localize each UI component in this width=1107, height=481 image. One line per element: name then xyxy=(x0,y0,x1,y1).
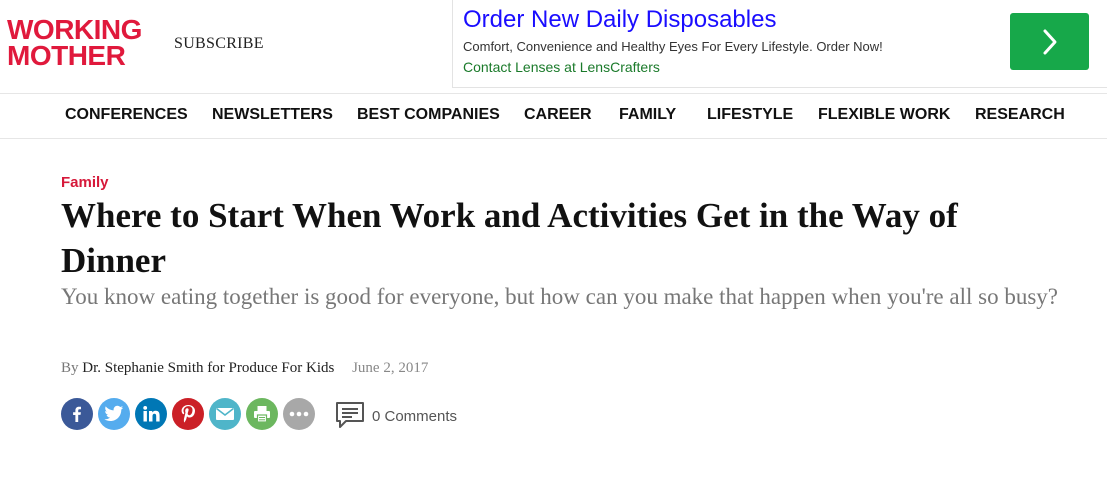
ad-title[interactable]: Order New Daily Disposables xyxy=(463,6,776,34)
comment-icon xyxy=(336,402,364,428)
nav-item-career[interactable]: CAREER xyxy=(524,106,592,124)
site-header: WORKING MOTHER SUBSCRIBE Order New Daily… xyxy=(0,0,1107,93)
more-share-button[interactable] xyxy=(283,398,315,430)
byline-prefix: By xyxy=(61,360,79,376)
main-nav: CONFERENCES NEWSLETTERS BEST COMPANIES C… xyxy=(0,93,1107,139)
linkedin-share-button[interactable] xyxy=(135,398,167,430)
publish-date: June 2, 2017 xyxy=(352,360,429,376)
site-logo[interactable]: WORKING MOTHER xyxy=(7,16,142,71)
more-icon xyxy=(289,411,309,417)
print-icon xyxy=(254,406,270,423)
nav-item-flexible-work[interactable]: FLEXIBLE WORK xyxy=(818,106,950,124)
ad-display-url[interactable]: Contact Lenses at LensCrafters xyxy=(463,59,660,75)
nav-item-best-companies[interactable]: BEST COMPANIES xyxy=(357,106,500,124)
chevron-right-icon xyxy=(1043,29,1056,54)
email-share-button[interactable] xyxy=(209,398,241,430)
nav-item-conferences[interactable]: CONFERENCES xyxy=(65,106,188,124)
nav-item-lifestyle[interactable]: LIFESTYLE xyxy=(707,106,793,124)
logo-line-2: MOTHER xyxy=(7,40,126,71)
byline: By Dr. Stephanie Smith for Produce For K… xyxy=(61,360,428,377)
nav-item-newsletters[interactable]: NEWSLETTERS xyxy=(212,106,333,124)
twitter-share-button[interactable] xyxy=(98,398,130,430)
nav-item-research[interactable]: RESEARCH xyxy=(975,106,1065,124)
article-dek: You know eating together is good for eve… xyxy=(61,284,1058,309)
ad-description: Comfort, Convenience and Healthy Eyes Fo… xyxy=(463,39,883,54)
article-category[interactable]: Family xyxy=(61,174,109,191)
linkedin-icon xyxy=(143,406,160,422)
author-link[interactable]: Dr. Stephanie Smith for Produce For Kids xyxy=(82,360,334,376)
facebook-icon xyxy=(73,406,81,422)
comments-count: 0 Comments xyxy=(372,407,458,425)
print-share-button[interactable] xyxy=(246,398,278,430)
twitter-icon xyxy=(104,405,124,421)
comments-link[interactable]: 0 Comments xyxy=(334,399,457,433)
subscribe-link[interactable]: SUBSCRIBE xyxy=(174,35,264,53)
pinterest-icon xyxy=(181,405,195,423)
ad-banner[interactable]: Order New Daily Disposables Comfort, Con… xyxy=(452,0,1107,88)
pinterest-share-button[interactable] xyxy=(172,398,204,430)
ad-cta-button[interactable] xyxy=(1010,13,1089,70)
nav-item-family[interactable]: FAMILY xyxy=(619,106,676,124)
email-icon xyxy=(216,407,234,420)
facebook-share-button[interactable] xyxy=(61,398,93,430)
article-headline: Where to Start When Work and Activities … xyxy=(61,196,958,280)
